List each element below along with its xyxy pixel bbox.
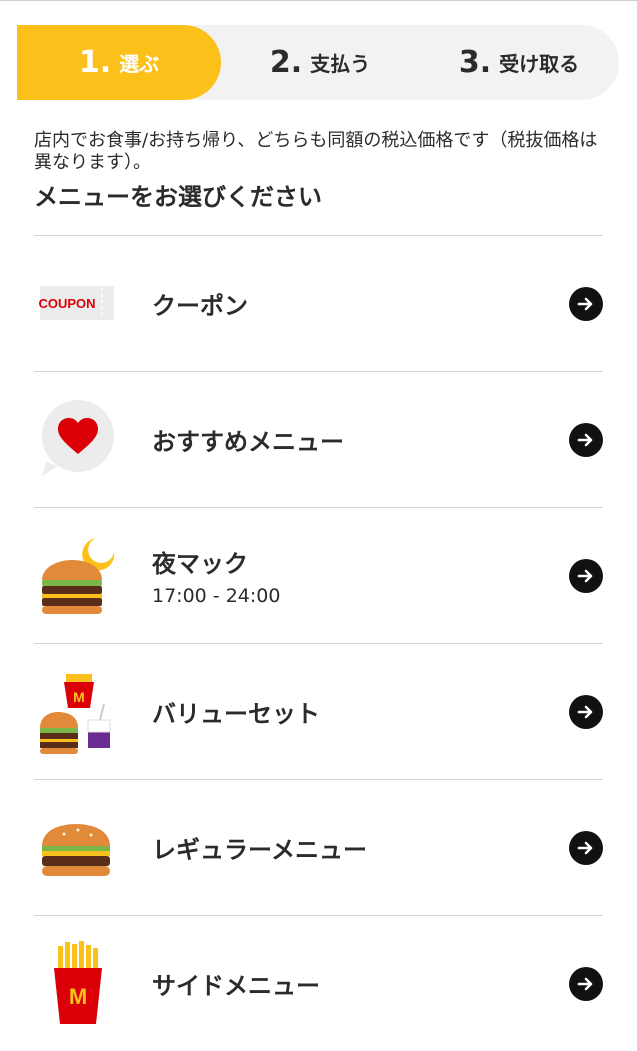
step-label: 選ぶ — [119, 52, 160, 76]
arrow-right-icon[interactable] — [569, 422, 603, 457]
arrow-right-icon[interactable] — [569, 286, 603, 321]
step-label: 受け取る — [499, 52, 580, 76]
menu-item-value-set[interactable]: M バリューセット — [34, 644, 603, 779]
burger-moon-icon — [36, 530, 118, 618]
svg-text:COUPON: COUPON — [38, 296, 95, 311]
svg-text:M: M — [73, 689, 85, 705]
menu-item-label: おすすめメニュー — [152, 428, 344, 456]
arrow-right-icon[interactable] — [569, 966, 603, 1001]
menu-item-text: クーポン — [152, 286, 248, 321]
menu-item-hours: 17:00 - 24:00 — [152, 585, 281, 607]
step-number: 3. — [458, 45, 492, 80]
menu-item-label: バリューセット — [152, 700, 320, 728]
menu-item-text: おすすめメニュー — [152, 422, 344, 457]
arrow-right-icon[interactable] — [569, 558, 603, 593]
fries-icon: M — [36, 938, 118, 1026]
menu-item-label: 夜マック — [152, 550, 248, 578]
arrow-right-icon[interactable] — [569, 694, 603, 729]
menu-item-regular[interactable]: レギュラーメニュー — [34, 780, 603, 915]
menu-item-text: バリューセット — [152, 694, 320, 729]
order-stepper: 1. 選ぶ 2. 支払う 3. 受け取る — [17, 25, 619, 100]
menu-item-text: レギュラーメニュー — [152, 830, 367, 865]
menu-item-text: サイドメニュー — [152, 966, 320, 1001]
step-receive[interactable]: 3. 受け取る — [419, 25, 619, 100]
arrow-right-icon[interactable] — [569, 830, 603, 865]
heart-bubble-icon — [36, 394, 118, 482]
page-title: メニューをお選びください — [34, 183, 322, 211]
menu-item-label: クーポン — [152, 292, 248, 320]
menu-item-label: サイドメニュー — [152, 972, 320, 1000]
menu-item-side[interactable]: M サイドメニュー — [34, 916, 603, 1051]
step-label: 支払う — [310, 52, 371, 76]
menu-item-label: レギュラーメニュー — [152, 836, 368, 864]
coupon-icon: COUPON — [36, 258, 118, 346]
tax-note: 店内でお食事/お持ち帰り、どちらも同額の税込価格です（税抜価格は異なります）。 — [34, 130, 598, 173]
menu-item-text: 夜マック 17:00 - 24:00 — [152, 544, 280, 607]
menu-item-night-mac[interactable]: 夜マック 17:00 - 24:00 — [34, 508, 603, 643]
svg-text:M: M — [69, 984, 87, 1009]
burger-icon — [36, 802, 118, 890]
menu-item-recommended[interactable]: おすすめメニュー — [34, 372, 603, 507]
top-rule — [0, 0, 637, 1]
step-pay[interactable]: 2. 支払う — [221, 25, 419, 100]
value-set-icon: M — [36, 666, 118, 754]
step-choose[interactable]: 1. 選ぶ — [17, 25, 221, 100]
menu-list: COUPON クーポン おすすめメニュー 夜マック 17:00 - 24:00 … — [34, 235, 603, 1051]
step-number: 1. — [78, 45, 112, 80]
menu-item-coupon[interactable]: COUPON クーポン — [34, 236, 603, 371]
step-number: 2. — [269, 45, 303, 80]
